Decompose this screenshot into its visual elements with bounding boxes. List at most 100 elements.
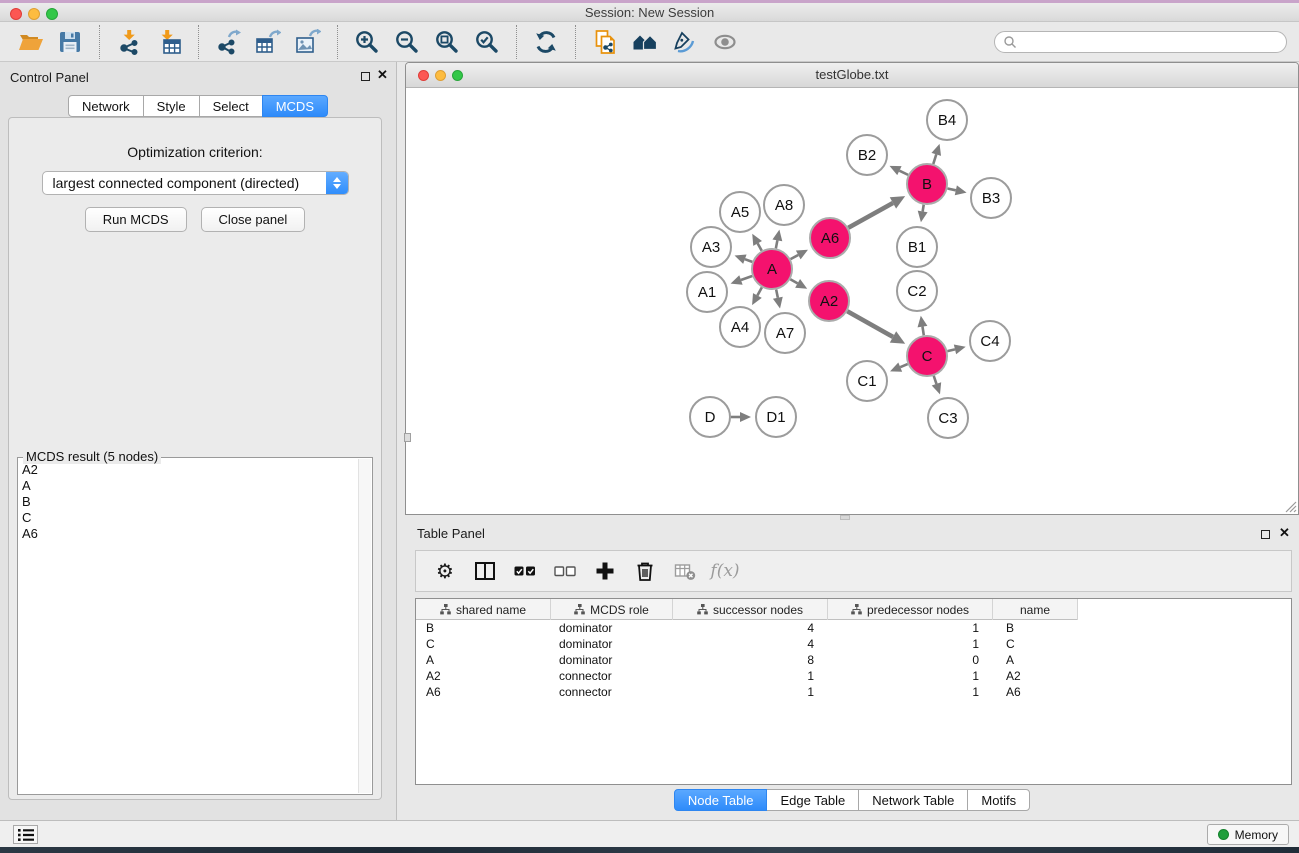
graph-edge-A-A2[interactable] — [790, 279, 797, 283]
window-edge-handle[interactable] — [404, 433, 411, 442]
table-cell[interactable]: 1 — [828, 620, 993, 636]
graph-edge-A-A3[interactable] — [745, 259, 752, 262]
duplicate-network-button[interactable] — [589, 26, 621, 58]
table-row[interactable]: A2connector11A2 — [416, 668, 1291, 684]
home-neighbors-button[interactable] — [629, 26, 661, 58]
search-field[interactable] — [994, 31, 1287, 53]
tab-motifs[interactable]: Motifs — [967, 789, 1030, 811]
table-row[interactable]: Cdominator41C — [416, 636, 1291, 652]
result-item[interactable]: A2 — [22, 462, 356, 478]
show-hide-preview-button[interactable] — [709, 26, 741, 58]
select-all-button[interactable] — [510, 556, 540, 586]
table-cell[interactable]: 1 — [673, 684, 828, 700]
table-cell[interactable]: B — [416, 620, 551, 636]
tab-network-table[interactable]: Network Table — [858, 789, 968, 811]
table-cell[interactable]: dominator — [551, 636, 673, 652]
close-panel-button[interactable]: Close panel — [201, 207, 306, 232]
tab-edge-table[interactable]: Edge Table — [766, 789, 859, 811]
graph-edge-C-C2[interactable] — [922, 327, 923, 336]
table-cell[interactable]: A — [993, 652, 1078, 668]
float-panel-icon[interactable] — [361, 72, 370, 81]
graph-edge-A6-B[interactable] — [848, 203, 893, 228]
graph-edge-C-C4[interactable] — [947, 349, 955, 351]
table-cell[interactable]: connector — [551, 684, 673, 700]
tab-style[interactable]: Style — [143, 95, 200, 117]
table-cell[interactable]: 0 — [828, 652, 993, 668]
column-header-predecessor-nodes[interactable]: predecessor nodes — [828, 599, 993, 620]
result-item[interactable]: C — [22, 510, 356, 526]
graph-edge-A-A4[interactable] — [757, 287, 761, 295]
run-mcds-button[interactable]: Run MCDS — [85, 207, 187, 232]
table-cell[interactable]: 1 — [828, 684, 993, 700]
result-scrollbar[interactable] — [358, 459, 371, 793]
tab-node-table[interactable]: Node Table — [674, 789, 768, 811]
table-cell[interactable]: C — [416, 636, 551, 652]
graph-edge-A-A7[interactable] — [776, 290, 778, 298]
tab-mcds[interactable]: MCDS — [262, 95, 328, 117]
criterion-dropdown[interactable]: largest connected component (directed) — [42, 171, 349, 195]
column-header-shared-name[interactable]: shared name — [416, 599, 551, 620]
refresh-layout-button[interactable] — [530, 26, 562, 58]
import-network-button[interactable] — [113, 26, 145, 58]
memory-button[interactable]: Memory — [1207, 824, 1289, 845]
table-cell[interactable]: connector — [551, 668, 673, 684]
graph-edge-B-B2[interactable] — [899, 171, 908, 175]
column-header-successor-nodes[interactable]: successor nodes — [673, 599, 828, 620]
import-table-button[interactable] — [153, 26, 185, 58]
graph-edge-A-A5[interactable] — [758, 243, 762, 250]
graph-edge-B-B4[interactable] — [933, 154, 936, 164]
resize-grip-icon[interactable] — [1283, 499, 1297, 513]
table-settings-button[interactable]: ⚙ — [430, 556, 460, 586]
table-cell[interactable]: A — [416, 652, 551, 668]
table-cell[interactable]: 1 — [673, 668, 828, 684]
hide-graphics-details-button[interactable] — [669, 26, 701, 58]
graph-edge-C-C1[interactable] — [900, 364, 907, 367]
graph-edge-C-C3[interactable] — [934, 376, 937, 384]
export-table-button[interactable] — [252, 26, 284, 58]
export-image-button[interactable] — [292, 26, 324, 58]
zoom-out-button[interactable] — [391, 26, 423, 58]
zoom-fit-button[interactable] — [431, 26, 463, 58]
open-file-button[interactable] — [14, 26, 46, 58]
deselect-all-button[interactable] — [550, 556, 580, 586]
export-network-button[interactable] — [212, 26, 244, 58]
save-session-button[interactable] — [54, 26, 86, 58]
table-cell[interactable]: A6 — [993, 684, 1078, 700]
graph-edge-B-B3[interactable] — [948, 188, 956, 190]
result-item[interactable]: B — [22, 494, 356, 510]
task-history-button[interactable] — [13, 825, 38, 844]
close-panel-icon[interactable]: ✕ — [377, 67, 388, 83]
table-cell[interactable]: dominator — [551, 652, 673, 668]
result-item[interactable]: A6 — [22, 526, 356, 542]
table-cell[interactable]: 4 — [673, 620, 828, 636]
column-header-name[interactable]: name — [993, 599, 1078, 620]
network-graph[interactable]: B4B2BB3A5A8A6A3AB1A1C2A2A4A7C4CC1DD1C3 — [406, 88, 1298, 514]
table-cell[interactable]: A2 — [993, 668, 1078, 684]
table-cell[interactable]: B — [993, 620, 1078, 636]
column-header-MCDS-role[interactable]: MCDS role — [551, 599, 673, 620]
result-item[interactable]: A — [22, 478, 356, 494]
graph-edge-B-B1[interactable] — [923, 205, 924, 212]
zoom-selected-button[interactable] — [471, 26, 503, 58]
table-row[interactable]: Bdominator41B — [416, 620, 1291, 636]
table-row[interactable]: A6connector11A6 — [416, 684, 1291, 700]
table-cell[interactable]: C — [993, 636, 1078, 652]
tab-select[interactable]: Select — [199, 95, 263, 117]
table-cell[interactable]: A2 — [416, 668, 551, 684]
table-row[interactable]: Adominator80A — [416, 652, 1291, 668]
table-cell[interactable]: A6 — [416, 684, 551, 700]
table-cell[interactable]: 4 — [673, 636, 828, 652]
toggle-columns-button[interactable] — [470, 556, 500, 586]
delete-column-button[interactable] — [630, 556, 660, 586]
table-cell[interactable]: dominator — [551, 620, 673, 636]
add-column-button[interactable] — [590, 556, 620, 586]
graph-edge-A-A6[interactable] — [791, 255, 799, 259]
tab-network[interactable]: Network — [68, 95, 144, 117]
close-table-panel-icon[interactable]: ✕ — [1279, 525, 1290, 541]
graph-edge-A-A8[interactable] — [776, 240, 777, 248]
zoom-in-button[interactable] — [351, 26, 383, 58]
float-table-panel-icon[interactable] — [1261, 530, 1270, 539]
graph-edge-A-A1[interactable] — [741, 276, 752, 280]
graph-edge-A2-C[interactable] — [847, 311, 893, 337]
table-cell[interactable]: 8 — [673, 652, 828, 668]
